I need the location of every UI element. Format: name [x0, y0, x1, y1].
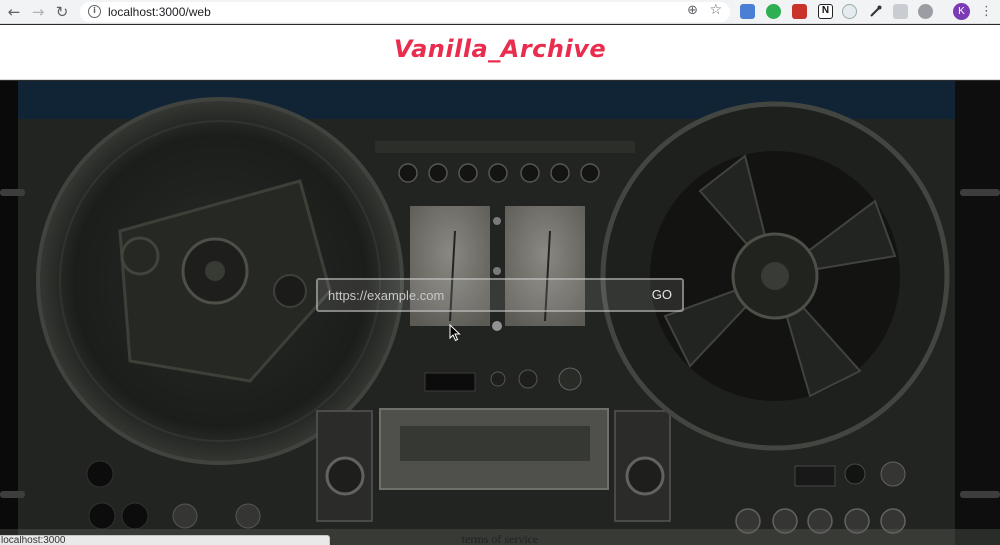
dark-overlay: [0, 81, 1000, 545]
address-bar[interactable]: i localhost:3000/web ⊕ ☆: [80, 2, 730, 22]
go-button[interactable]: GO: [652, 280, 672, 310]
translate-icon[interactable]: [740, 4, 755, 19]
profile-avatar[interactable]: K: [953, 3, 970, 20]
notion-icon[interactable]: N: [818, 4, 833, 19]
archive-url-form: GO: [316, 278, 684, 312]
eyedropper-icon[interactable]: [868, 4, 883, 19]
browser-status-bar: localhost:3000: [0, 535, 330, 545]
reload-icon[interactable]: ↻: [52, 2, 72, 22]
zoom-icon[interactable]: ⊕: [687, 3, 698, 18]
site-logo[interactable]: Vanilla_Archive: [0, 35, 1000, 63]
extension-circle-icon[interactable]: [842, 4, 857, 19]
mouse-pointer-icon: [449, 324, 461, 342]
forward-arrow-icon[interactable]: →: [28, 2, 48, 22]
hero-section: GO terms of service: [0, 81, 1000, 545]
address-url[interactable]: localhost:3000/web: [108, 5, 211, 19]
evernote-icon[interactable]: [766, 4, 781, 19]
pdf-icon[interactable]: [792, 4, 807, 19]
bug-icon[interactable]: [918, 4, 933, 19]
download-icon[interactable]: [893, 4, 908, 19]
site-header: Vanilla_Archive: [0, 25, 1000, 80]
browser-toolbar: ← → ↻ i localhost:3000/web ⊕ ☆ N K ⋮: [0, 0, 1000, 24]
bookmark-star-icon[interactable]: ☆: [709, 2, 722, 18]
back-arrow-icon[interactable]: ←: [4, 2, 24, 22]
url-input[interactable]: [318, 280, 638, 310]
info-icon[interactable]: i: [88, 5, 101, 18]
more-menu-icon[interactable]: ⋮: [980, 3, 993, 21]
